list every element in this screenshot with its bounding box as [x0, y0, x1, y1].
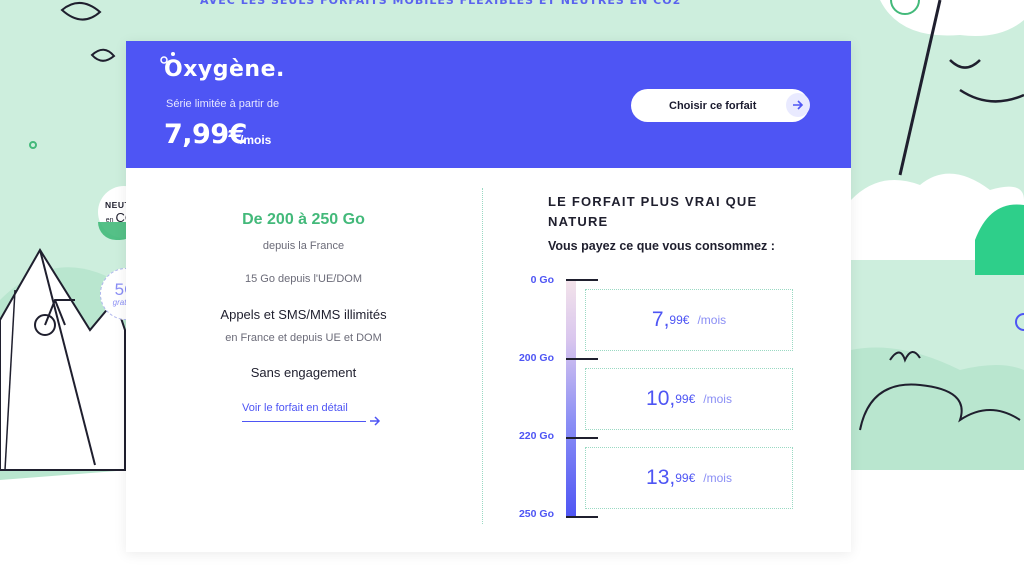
data-amount: De 200 à 250 Go — [242, 211, 365, 228]
scale-tick — [566, 516, 598, 518]
bicycle-icon — [34, 299, 75, 336]
choose-plan-button[interactable]: Choisir ce forfait — [631, 89, 810, 122]
tier-price-period: /mois — [703, 471, 732, 485]
data-amount-note: depuis la France — [262, 240, 345, 252]
scale-label-0: 0 Go — [530, 274, 554, 286]
scale-label-250: 250 Go — [518, 508, 554, 520]
scale-tick — [566, 437, 598, 439]
calls-sms-note: en France et depuis UE et DOM — [225, 332, 382, 344]
commitment-label: Sans engagement — [250, 365, 357, 380]
plan-logo: Oxygène. — [164, 57, 285, 82]
arrow-right-icon[interactable] — [369, 415, 381, 427]
tier-price-period: /mois — [697, 313, 727, 327]
plan-price: 7,99€ — [164, 119, 247, 150]
scale-label-220: 220 Go — [518, 430, 554, 442]
tier-price-integer: 7, — [651, 308, 670, 331]
calls-sms: Appels et SMS/MMS illimités — [220, 307, 387, 322]
price-tier-2: 10, 99€ /mois — [585, 368, 793, 430]
top-banner-text: AVEC LES SEULS FORFAITS MOBILES FLEXIBLE… — [200, 0, 682, 7]
roaming-data: 15 Go depuis l'UE/DOM — [244, 273, 363, 285]
usage-scale-bar — [566, 280, 576, 518]
tier-price-integer: 10, — [646, 387, 676, 410]
price-tier-3: 13, 99€ /mois — [585, 447, 793, 509]
scale-tick — [566, 358, 598, 360]
price-tier-1: 7, 99€ /mois — [585, 289, 793, 351]
plan-price-unit: /mois — [240, 133, 272, 147]
arrow-right-icon — [786, 93, 810, 117]
tier-price-decimal: 99€ — [675, 471, 696, 485]
detail-link-underline — [242, 421, 366, 422]
choose-plan-label: Choisir ce forfait — [669, 99, 757, 112]
tier-price-integer: 13, — [646, 466, 676, 489]
plan-subtitle: Série limitée à partir de — [166, 98, 280, 110]
plan-card-header: Oxygène. Série limitée à partir de 7,99€… — [126, 41, 851, 168]
pricing-scale-title: LE FORFAIT PLUS VRAI QUE NATURE — [548, 194, 758, 229]
tier-price-decimal: 99€ — [669, 313, 690, 327]
plan-details-link[interactable]: Voir le forfait en détail — [242, 402, 348, 414]
column-divider — [482, 188, 483, 524]
plan-card: Oxygène. Série limitée à partir de 7,99€… — [126, 41, 851, 552]
scale-label-200: 200 Go — [518, 352, 554, 364]
plan-features: De 200 à 250 Go depuis la France 15 Go d… — [126, 168, 481, 552]
tier-price-period: /mois — [703, 392, 732, 406]
tier-price-decimal: 99€ — [675, 392, 696, 406]
scale-tick — [566, 279, 598, 281]
pricing-scale-subtitle: Vous payez ce que vous consommez : — [548, 239, 775, 253]
